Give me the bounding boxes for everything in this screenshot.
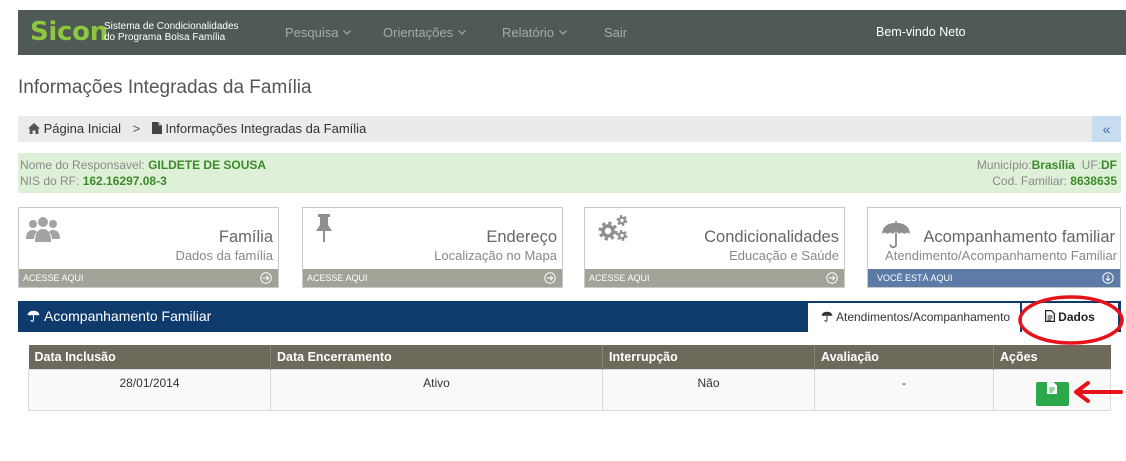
logo-subtitle-line2: do Programa Bolsa Família: [104, 31, 226, 43]
card-footer-link[interactable]: ACESSE AQUI: [19, 269, 278, 287]
collapse-button[interactable]: «: [1092, 116, 1121, 142]
municipio-value: Brasília: [1031, 158, 1075, 172]
location-line: Município:Brasília UF:DF: [977, 157, 1117, 173]
menu-relatorio[interactable]: Relatório: [502, 10, 567, 55]
column-header-interrupcao[interactable]: Interrupção: [602, 345, 815, 369]
users-icon: [26, 216, 60, 248]
home-icon: [28, 123, 40, 134]
breadcrumb-home-label: Página Inicial: [43, 121, 121, 136]
nis-line: NIS do RF: 162.16297.08-3: [20, 173, 266, 189]
circle-arrow-right-icon: [544, 272, 556, 284]
card-footer-link[interactable]: ACESSE AQUI: [585, 269, 844, 287]
card-title: Endereço: [486, 228, 557, 246]
section-title: Acompanhamento Familiar: [27, 301, 211, 332]
section-header: Acompanhamento Familiar Atendimentos/Aco…: [18, 301, 1121, 332]
card-familia[interactable]: Família Dados da família ACESSE AQUI: [18, 207, 279, 288]
menu-sair[interactable]: Sair: [604, 10, 627, 55]
cell-acoes: [993, 368, 1111, 411]
cod-familiar-label: Cod. Familiar:: [992, 174, 1067, 188]
cell-data-inclusao: 28/01/2014: [28, 368, 271, 411]
municipio-label: Município:: [976, 158, 1032, 172]
top-navbar: Sicon Sistema de Condicionalidades do Pr…: [18, 10, 1126, 55]
breadcrumb-home[interactable]: Página Inicial: [28, 116, 121, 142]
page-title: Informações Integradas da Família: [18, 77, 312, 98]
card-footer-label: ACESSE AQUI: [23, 273, 84, 283]
view-details-button[interactable]: [1035, 381, 1069, 406]
circle-arrow-right-icon: [260, 272, 272, 284]
breadcrumb: Página Inicial > Informações Integradas …: [18, 116, 1121, 142]
card-endereco[interactable]: Endereço Localização no Mapa ACESSE AQUI: [302, 207, 563, 288]
menu-label: Relatório: [502, 25, 555, 40]
card-subtitle: Localização no Mapa: [434, 248, 557, 263]
welcome-user: Bem-vindo Neto: [876, 25, 966, 39]
section-title-label: Acompanhamento Familiar: [44, 308, 212, 324]
card-title: Acompanhamento familiar: [923, 228, 1115, 246]
card-footer-label: ACESSE AQUI: [589, 273, 650, 283]
family-info-right: Município:Brasília UF:DF Cod. Familiar: …: [977, 157, 1117, 189]
column-header-data-inclusao[interactable]: Data Inclusão: [28, 345, 271, 369]
file-text-icon: [1045, 310, 1056, 322]
column-header-data-encerramento[interactable]: Data Encerramento: [270, 345, 603, 369]
cell-data-encerramento: Ativo: [270, 368, 603, 411]
file-text-icon: [1047, 381, 1057, 394]
card-condicionalidades[interactable]: Condicionalidades Educação e Saúde ACESS…: [584, 207, 845, 288]
card-footer-label: ACESSE AQUI: [307, 273, 368, 283]
menu-label: Pesquisa: [285, 25, 339, 40]
card-title: Condicionalidades: [704, 228, 839, 246]
cod-familiar-value: 8638635: [1070, 174, 1117, 188]
nis-value: 162.16297.08-3: [82, 174, 167, 188]
column-header-acoes: Ações: [993, 345, 1111, 369]
pushpin-icon: [315, 214, 333, 247]
circle-arrow-right-icon: [826, 272, 838, 284]
responsible-label: Nome do Responsavel:: [20, 158, 145, 172]
menu-label: Sair: [604, 25, 628, 40]
logo[interactable]: Sicon: [30, 15, 108, 49]
cell-avaliacao: -: [814, 368, 994, 411]
card-subtitle: Dados da família: [175, 248, 273, 263]
chevron-down-icon: [559, 30, 567, 35]
tab-dados[interactable]: Dados: [1022, 303, 1118, 332]
card-acompanhamento[interactable]: Acompanhamento familiar Atendimento/Acom…: [867, 207, 1121, 288]
responsible-name: GILDETE DE SOUSA: [148, 158, 267, 172]
logo-subtitle: Sistema de Condicionalidades do Programa…: [104, 21, 239, 43]
logo-subtitle-line1: Sistema de Condicionalidades: [104, 21, 239, 32]
card-footer-link[interactable]: ACESSE AQUI: [303, 269, 562, 287]
card-subtitle: Educação e Saúde: [729, 248, 839, 263]
uf-value: DF: [1101, 158, 1117, 172]
family-info-panel: Nome do Responsavel: GILDETE DE SOUSA NI…: [18, 153, 1121, 193]
umbrella-icon: [27, 310, 40, 322]
breadcrumb-separator: >: [132, 121, 141, 136]
responsible-line: Nome do Responsavel: GILDETE DE SOUSA: [20, 157, 266, 173]
uf-label: UF:: [1081, 158, 1101, 172]
acompanhamento-table: Data Inclusão Data Encerramento Interrup…: [28, 345, 1111, 411]
tab-label: Atendimentos/Acompanhamento: [836, 310, 1011, 324]
chevron-down-icon: [343, 30, 352, 35]
circle-arrow-down-icon: [1102, 272, 1114, 284]
breadcrumb-current: Informações Integradas da Família: [151, 116, 367, 142]
cod-familiar-line: Cod. Familiar: 8638635: [977, 173, 1117, 189]
umbrella-icon: [821, 311, 833, 322]
cell-interrupcao: Não: [602, 368, 815, 411]
menu-label: Orientações: [383, 25, 454, 40]
menu-orientacoes[interactable]: Orientações: [383, 10, 467, 55]
file-icon: [151, 122, 162, 134]
breadcrumb-current-label: Informações Integradas da Família: [165, 121, 367, 136]
chevron-down-icon: [458, 30, 467, 35]
menu-pesquisa[interactable]: Pesquisa: [285, 10, 352, 55]
tab-label: Dados: [1058, 310, 1095, 324]
column-header-avaliacao[interactable]: Avaliação: [814, 345, 994, 369]
card-subtitle: Atendimento/Acompanhamento Familiar: [885, 248, 1117, 263]
table-header-row: Data Inclusão Data Encerramento Interrup…: [28, 345, 1111, 369]
card-footer-label: VOCÊ ESTÁ AQUI: [877, 273, 953, 283]
family-info-left: Nome do Responsavel: GILDETE DE SOUSA NI…: [20, 157, 266, 189]
tab-atendimentos[interactable]: Atendimentos/Acompanhamento: [808, 303, 1020, 332]
gears-icon: [597, 214, 629, 247]
card-footer-current: VOCÊ ESTÁ AQUI: [868, 269, 1120, 287]
table-row: 28/01/2014 Ativo Não -: [28, 368, 1111, 411]
nis-label: NIS do RF:: [20, 174, 80, 188]
card-title: Família: [218, 228, 273, 246]
